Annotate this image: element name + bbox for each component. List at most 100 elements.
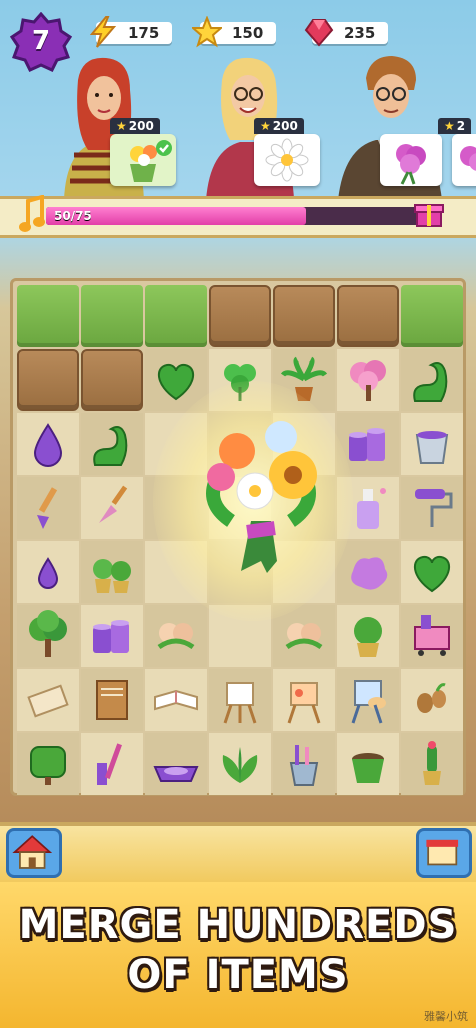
pink-tree-icon [350, 360, 386, 401]
paintbrush-icon [37, 487, 58, 529]
board-cell-paint-cart[interactable] [401, 605, 463, 667]
tree-icon [29, 610, 67, 657]
order-card-4[interactable]: ★ 2 [438, 118, 476, 186]
home-icon [12, 835, 53, 869]
water-drop-small-icon [37, 557, 59, 589]
order-reward-2: ★ 200 [254, 118, 304, 134]
bottom-bar [0, 822, 476, 886]
progress-text: 50/75 [54, 209, 92, 223]
watermark-text: 雅馨小筑 [424, 1010, 468, 1023]
board-cell-trowel[interactable] [81, 477, 143, 539]
board-cell-shrub-pots[interactable] [81, 541, 143, 603]
white-daisy-icon [265, 138, 309, 182]
board-cell-paint-bucket[interactable] [401, 413, 463, 475]
board-cell-hedge-heart[interactable] [401, 541, 463, 603]
board-cell-scroll[interactable] [17, 669, 79, 731]
seeds-icon [417, 683, 446, 713]
grass-tile[interactable] [401, 285, 463, 347]
board-cell-rose-bud[interactable] [145, 605, 207, 667]
board-cell-cactus[interactable] [401, 733, 463, 795]
locked-dirt-tile[interactable] [17, 349, 79, 411]
board-cell-potted-shrub[interactable] [337, 605, 399, 667]
hedge-swan-icon [93, 426, 128, 466]
board-cell-open-book[interactable] [145, 669, 207, 731]
easel-icon [223, 682, 257, 724]
locked-dirt-tile[interactable] [273, 285, 335, 347]
home-button[interactable] [6, 828, 62, 878]
board-cell-easel-painting[interactable] [273, 669, 335, 731]
potted-shrub-icon [354, 617, 382, 657]
board-cell-seeds[interactable] [401, 669, 463, 731]
paint-splash-icon [351, 557, 388, 590]
order-reward-4: ★ 2 [438, 118, 472, 134]
sketchbook-icon [96, 680, 128, 720]
easel-painting-icon [287, 682, 321, 724]
trowel-icon [99, 485, 128, 523]
pink-hydrangea-icon [396, 144, 426, 185]
board-cell-easel[interactable] [209, 669, 271, 731]
board-cell-pink-tree[interactable] [337, 349, 399, 411]
order-reward-value-4: 2 [456, 119, 466, 133]
board-cell-paint-splash[interactable] [337, 541, 399, 603]
gems-counter[interactable]: 235 [304, 19, 388, 47]
board-cell-hedge-swan[interactable] [81, 413, 143, 475]
rose-bud-icon [157, 623, 195, 650]
stars-counter[interactable]: 150 [192, 16, 276, 48]
locked-dirt-tile[interactable] [337, 285, 399, 347]
board-cell-plant-pot[interactable] [337, 733, 399, 795]
leafy-plant-icon [222, 747, 258, 783]
gift-box-icon[interactable] [414, 199, 444, 229]
board-cell-paint-roller[interactable] [401, 477, 463, 539]
shop-button[interactable] [416, 828, 472, 878]
paint-cans-icon [93, 620, 129, 653]
merge-board [10, 278, 466, 796]
banner-line-1: MERGE HUNDREDS [18, 902, 458, 948]
board-cell-bush[interactable] [17, 733, 79, 795]
cactus-icon [423, 741, 441, 785]
gems-value: 235 [344, 24, 376, 42]
grass-tile[interactable] [145, 285, 207, 347]
order-card-3[interactable] [380, 134, 442, 186]
paint-roller-icon [415, 489, 453, 527]
board-cell-water-drop[interactable] [17, 413, 79, 475]
stars-value: 150 [232, 24, 264, 42]
open-book-icon [154, 689, 198, 711]
locked-dirt-tile[interactable] [209, 285, 271, 347]
order-card-2[interactable]: ★ 200 [254, 118, 320, 186]
grass-tile[interactable] [81, 285, 143, 347]
board-cell-water-drop-small[interactable] [17, 541, 79, 603]
order-reward-1: ★ 200 [110, 118, 160, 134]
board-cell-paint-tray[interactable] [145, 733, 207, 795]
star-icon: ★ [116, 119, 127, 133]
paint-cart-icon [414, 615, 450, 656]
pink-hydrangea-icon [460, 146, 476, 171]
board-cell-easel-palette[interactable] [337, 669, 399, 731]
order-reward-value-2: 200 [272, 119, 298, 133]
board-cell-hedge-swan[interactable] [401, 349, 463, 411]
board-cell-paintbrush[interactable] [17, 477, 79, 539]
music-note-icon [19, 195, 45, 232]
board-cell-leafy-plant[interactable] [209, 733, 271, 795]
shrub-pots-icon [93, 559, 131, 593]
star-icon: ★ [444, 119, 455, 133]
locked-dirt-tile[interactable] [81, 349, 143, 411]
energy-value: 175 [128, 24, 160, 42]
order-card-1[interactable]: ★ 200 [110, 118, 176, 186]
board-cell-tree[interactable] [17, 605, 79, 667]
customer-row: ★ 200 ★ 200 ★ 2 [0, 50, 476, 200]
board-cell-brush-set[interactable] [81, 733, 143, 795]
grass-tile[interactable] [17, 285, 79, 347]
bush-icon [30, 746, 66, 785]
energy-counter[interactable]: 175 [89, 16, 172, 48]
energy-bolt-icon [89, 16, 117, 48]
star-icon [192, 16, 222, 48]
water-drop-icon [33, 423, 63, 467]
board-cell-sketchbook[interactable] [81, 669, 143, 731]
bouquet-icon[interactable] [181, 411, 341, 591]
tool-cup-icon [289, 745, 319, 786]
board-cell-paint-cans[interactable] [81, 605, 143, 667]
board-cell-tool-cup[interactable] [273, 733, 335, 795]
progress-bar: 50/75 [46, 207, 436, 225]
scroll-icon [27, 684, 69, 718]
hedge-swan-icon [413, 362, 448, 402]
